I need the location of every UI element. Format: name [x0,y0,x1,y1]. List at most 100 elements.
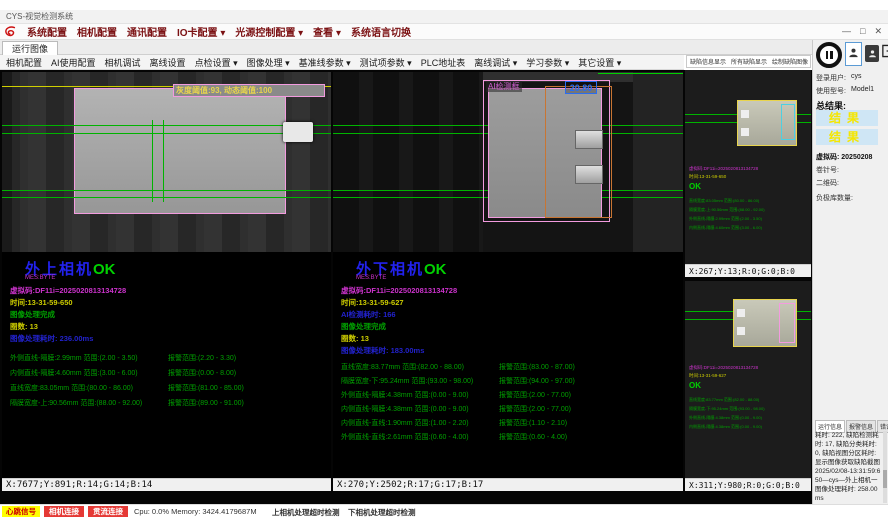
log-scrollbar[interactable] [883,431,887,503]
menu-item-io-config[interactable]: IO卡配置 ▾ [177,24,225,39]
measurement-value: 直线宽度:83.77mm 范围:(82.00 - 88.00) [341,362,464,372]
measurement-row: 直线宽度:83.77mm 范围:(82.00 - 88.00) 报警范围:(83… [333,362,683,372]
small-bottom-camera-coords: X:311;Y:980;R:0;G:0;B:0 [685,478,811,491]
tab-run-image[interactable]: 运行图像 [2,41,58,56]
toolbar-item-offline-setting[interactable]: 离线设置 [150,56,186,69]
cycle-line: 圈数: 13 [341,333,369,344]
bright-spot [737,309,745,317]
tab-connector [575,130,603,149]
titlebar: CYS-视觉检测系统 [0,10,888,24]
measurement-alarm: 报警范围:(0.60 - 4.00) [499,432,567,442]
bright-spot [737,327,745,335]
measurement-line: 内侧直线-隔膜:4.38mm 范围:(0.00 - 9.00) [689,424,762,430]
small-top-camera-coords: X:267;Y:13;R:0;G:0;B:0 [685,264,811,277]
toolbar-item-camera-config[interactable]: 相机配置 [6,56,42,69]
toolbar-item-learn-params[interactable]: 学习参数 ▾ [526,56,569,69]
small-top-camera-image[interactable]: 虚拟码:DF11i=2025020813134728 时间:13-31-59-6… [685,70,811,264]
login-user-label: 登录用户: [816,73,846,83]
time-line: 时间:13-31-59-627 [689,373,726,379]
left-camera-image[interactable]: 灰度阈值:93, 动态阈值:100 [2,72,331,252]
menu-item-comm-config[interactable]: 通讯配置 [127,24,167,39]
model-value: Model1 [851,86,874,93]
mes-flag: MES:BYTE [25,275,55,281]
measurement-line: 直线宽度:83.05mm 范围:(80.00 - 86.00) [689,198,759,204]
toolbar-item-offline-debug[interactable]: 离线调试 ▾ [474,56,517,69]
measurement-row: 直线宽度:83.05mm 范围:(80.00 - 86.00) 报警范围:(81… [2,383,331,393]
menu-item-camera-config[interactable]: 相机配置 [77,24,117,39]
measure-line-vertical [163,120,164,202]
door-exit-icon [881,44,888,63]
pause-button[interactable] [816,42,842,68]
measurement-line: 外侧直线-隔膜:4.38mm 范围:(0.00 - 9.00) [689,415,762,421]
roi-orange-box [545,86,612,218]
mid-camera-image[interactable]: AI检测框 20.80 [333,72,683,252]
status-line: 图像处理完成 [341,321,386,332]
measurement-alarm: 报警范围:(94.00 - 97.00) [499,376,575,386]
threshold-overlay-label: 灰度阈值:93, 动态阈值:100 [173,84,325,97]
pause-icon [826,51,833,59]
menu-item-language[interactable]: 系统语言切换 [351,24,411,39]
mid-camera-infotext: 外下相机OK MES:BYTE 虚拟码:DF11i=20250208131347… [333,252,683,478]
virtual-code: 虚拟码: 20250208 [816,152,872,162]
menu-item-light-config[interactable]: 光源控制配置 ▾ [235,24,303,39]
toolbar-item-plc-table[interactable]: PLC地址表 [421,56,466,69]
result-box-1: 结果 [816,110,878,126]
toolbar-item-test-params[interactable]: 测试项参数 ▾ [360,56,412,69]
maximize-icon[interactable]: □ [860,26,865,37]
measure-line [2,190,331,191]
log-scrollbar-thumb[interactable] [883,470,887,488]
qr-code-label: 二维码: [816,178,839,188]
check-all-defects[interactable]: 所有缺陷显示 [731,57,767,66]
tab-strip [0,40,812,55]
result-ok: OK [424,261,447,278]
exit-button[interactable] [881,44,888,63]
minimize-icon[interactable]: — [842,26,851,37]
measurement-value: 隔膜宽度-上:90.56mm 范围:(88.00 - 92.00) [10,398,142,408]
measurement-row: 隔膜宽度-上:90.56mm 范围:(88.00 - 92.00) 报警范围:(… [2,398,331,408]
toolbar-item-ai-config[interactable]: AI使用配置 [51,56,96,69]
menu-item-system-config[interactable]: 系统配置 [27,24,67,39]
measurement-row: 内侧直线-隔膜:4.60mm 范围:(3.00 - 6.00) 报警范围:(0.… [2,368,331,378]
menu-item-view[interactable]: 查看 ▾ [313,24,341,39]
app-window: CYS-视觉检测系统 系统配置 相机配置 通讯配置 IO卡配置 ▾ 光源控制配置… [0,0,888,522]
battery-cell-region [74,88,286,214]
time-line: 时间:13-31-59-627 [341,297,404,308]
measurement-value: 外侧直线-直线:2.61mm 范围:(0.60 - 4.00) [341,432,469,442]
toolbar-item-camera-debug[interactable]: 相机调试 [105,56,141,69]
measurement-line: 外侧直线-隔膜:2.99mm 范围:(2.00 - 3.50) [689,216,762,222]
measure-line-vertical [152,120,153,202]
measurement-line: 直线宽度:83.77mm 范围:(82.00 - 88.00) [689,397,759,403]
model-label: 使用型号: [816,86,846,96]
measurement-alarm: 报警范围:(89.00 - 91.00) [168,398,244,408]
measure-line [2,133,331,134]
tab-connector [575,165,603,184]
log-text: 耗时: 222, 缺陷检测耗时: 17, 缺陷分类耗时: 0, 缺陷视图分区耗时… [815,431,881,503]
toolbar-item-baseline-params[interactable]: 基准线参数 ▾ [299,56,351,69]
measurement-value: 内侧直线-直线:1.90mm 范围:(1.00 - 2.20) [341,418,469,428]
measure-line [2,125,331,126]
status-line: 图像处理完成 [10,309,55,320]
user-button[interactable] [865,45,879,62]
toolbar-item-other-setting[interactable]: 其它设置 ▾ [578,56,621,69]
result-ok: OK [93,261,116,278]
measurement-alarm: 报警范围:(81.00 - 85.00) [168,383,244,393]
result-ok: OK [689,381,701,390]
check-draw-defects[interactable]: 绘制缺陷图像 [772,57,808,66]
measure-line [2,197,331,198]
login-user-button[interactable] [845,42,862,66]
small-bottom-camera-image[interactable]: 虚拟码:DF11i=2025020813134728 时间:13-31-59-6… [685,281,811,478]
close-icon[interactable]: ✕ [874,26,882,37]
measurement-alarm: 报警范围:(0.00 - 8.00) [168,368,236,378]
measurement-row: 外侧直线-直线:2.61mm 范围:(0.60 - 4.00) 报警范围:(0.… [333,432,683,442]
barcode-line: 虚拟码:DF11i=2025020813134728 [10,285,126,296]
toolbar-item-spotcheck[interactable]: 点检设置 ▾ [195,56,238,69]
roi-pink-box [779,303,795,343]
cpu-memory-text: Cpu: 0.0% Memory: 3424.4179687M [134,507,257,516]
check-defect-info[interactable]: 缺陷信息显示 [690,57,726,66]
pin-number-label: 卷针号: [816,165,839,175]
lower-camera-timeout: 下相机处理超时检测 [348,507,416,518]
person-icon [848,45,859,63]
window-title: CYS-视觉检测系统 [6,12,73,21]
heartbeat-badge: 心跳信号 [2,506,40,517]
toolbar-item-image-process[interactable]: 图像处理 ▾ [247,56,290,69]
